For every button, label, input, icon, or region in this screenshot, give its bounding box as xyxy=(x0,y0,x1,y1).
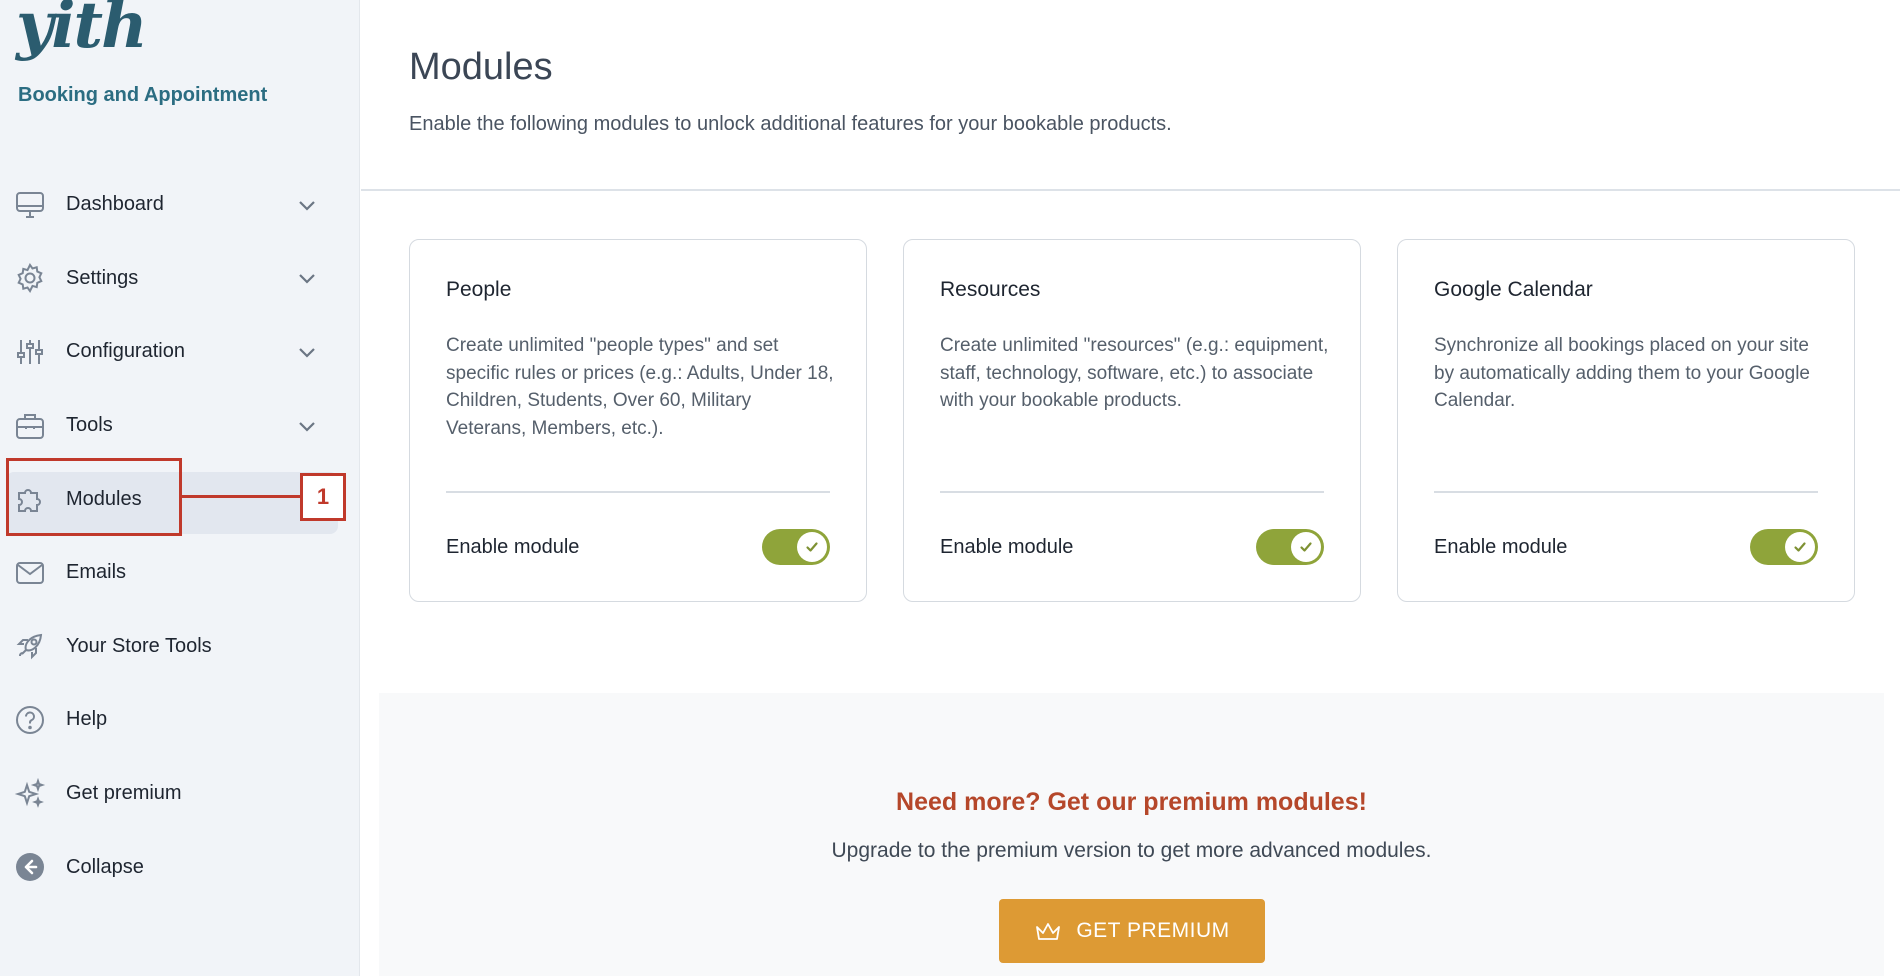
toolbox-icon xyxy=(12,408,48,444)
sidebar-item-help[interactable]: Help xyxy=(0,683,360,757)
chevron-down-icon[interactable] xyxy=(296,415,318,437)
module-title: Google Calendar xyxy=(1434,278,1593,301)
puzzle-icon xyxy=(12,481,48,517)
module-card-people: People Create unlimited "people types" a… xyxy=(409,239,867,602)
module-description: Create unlimited "people types" and set … xyxy=(446,335,834,439)
gear-icon xyxy=(12,260,48,296)
sidebar-item-label: Emails xyxy=(66,561,127,584)
toggle-knob xyxy=(1291,532,1321,562)
card-divider xyxy=(940,491,1324,493)
page-title: Modules xyxy=(409,46,553,88)
rocket-icon xyxy=(12,628,48,664)
check-icon xyxy=(806,542,818,552)
card-divider xyxy=(1434,491,1818,493)
yith-logo[interactable]: yith xyxy=(16,0,148,58)
sidebar-item-emails[interactable]: Emails xyxy=(0,536,360,610)
sidebar-item-label: Your Store Tools xyxy=(66,634,212,657)
module-description: Synchronize all bookings placed on your … xyxy=(1434,335,1810,411)
premium-promo: Need more? Get our premium modules! Upgr… xyxy=(379,693,1884,976)
enable-module-toggle[interactable] xyxy=(1256,529,1324,565)
annotation-connector xyxy=(182,495,302,498)
promo-title: Need more? Get our premium modules! xyxy=(896,788,1367,816)
module-card-google-calendar: Google Calendar Synchronize all bookings… xyxy=(1397,239,1855,602)
monitor-icon xyxy=(12,187,48,223)
enable-module-label: Enable module xyxy=(940,536,1074,558)
page-description: Enable the following modules to unlock a… xyxy=(409,113,1172,135)
card-divider xyxy=(446,491,830,493)
sidebar-item-label: Collapse xyxy=(66,855,144,878)
module-card-resources: Resources Create unlimited "resources" (… xyxy=(903,239,1361,602)
annotation-badge: 1 xyxy=(300,473,346,521)
envelope-icon xyxy=(12,555,48,591)
sidebar-item-label: Modules xyxy=(66,487,142,510)
check-icon xyxy=(1794,542,1806,552)
enable-module-toggle[interactable] xyxy=(762,529,830,565)
toggle-knob xyxy=(1785,532,1815,562)
chevron-down-icon[interactable] xyxy=(296,194,318,216)
header-divider xyxy=(361,189,1900,191)
sidebar-item-your-store-tools[interactable]: Your Store Tools xyxy=(0,610,360,684)
module-title: Resources xyxy=(940,278,1041,301)
chevron-down-icon[interactable] xyxy=(296,267,318,289)
plugin-name: Booking and Appointment xyxy=(18,84,268,106)
sidebar-item-tools[interactable]: Tools xyxy=(0,389,360,463)
sidebar-item-label: Help xyxy=(66,708,108,731)
enable-module-label: Enable module xyxy=(1434,536,1568,558)
sidebar-item-get-premium[interactable]: Get premium xyxy=(0,757,360,831)
enable-module-toggle[interactable] xyxy=(1750,529,1818,565)
sidebar-item-label: Configuration xyxy=(66,340,185,363)
sparkles-icon xyxy=(12,776,48,812)
arrow-left-circle-icon xyxy=(12,849,48,885)
sidebar: yith Booking and Appointment Dashboard S… xyxy=(0,0,360,976)
get-premium-label: GET PREMIUM xyxy=(1076,919,1230,942)
check-icon xyxy=(1300,542,1312,552)
module-title: People xyxy=(446,278,512,301)
sliders-icon xyxy=(12,334,48,370)
get-premium-button[interactable]: GET PREMIUM xyxy=(999,899,1265,963)
main-content: Modules Enable the following modules to … xyxy=(361,0,1900,976)
sidebar-item-label: Tools xyxy=(66,414,113,437)
enable-module-label: Enable module xyxy=(446,536,580,558)
promo-description: Upgrade to the premium version to get mo… xyxy=(831,839,1432,862)
sidebar-item-dashboard[interactable]: Dashboard xyxy=(0,168,360,242)
sidebar-item-label: Settings xyxy=(66,266,139,289)
sidebar-item-label: Get premium xyxy=(66,782,182,805)
sidebar-item-configuration[interactable]: Configuration xyxy=(0,315,360,389)
chevron-down-icon[interactable] xyxy=(296,341,318,363)
question-circle-icon xyxy=(12,702,48,738)
sidebar-item-label: Dashboard xyxy=(66,193,164,216)
sidebar-item-collapse[interactable]: Collapse xyxy=(0,830,360,904)
toggle-knob xyxy=(797,532,827,562)
sidebar-item-settings[interactable]: Settings xyxy=(0,242,360,316)
crown-icon xyxy=(1036,923,1061,940)
module-description: Create unlimited "resources" (e.g.: equi… xyxy=(940,335,1329,411)
